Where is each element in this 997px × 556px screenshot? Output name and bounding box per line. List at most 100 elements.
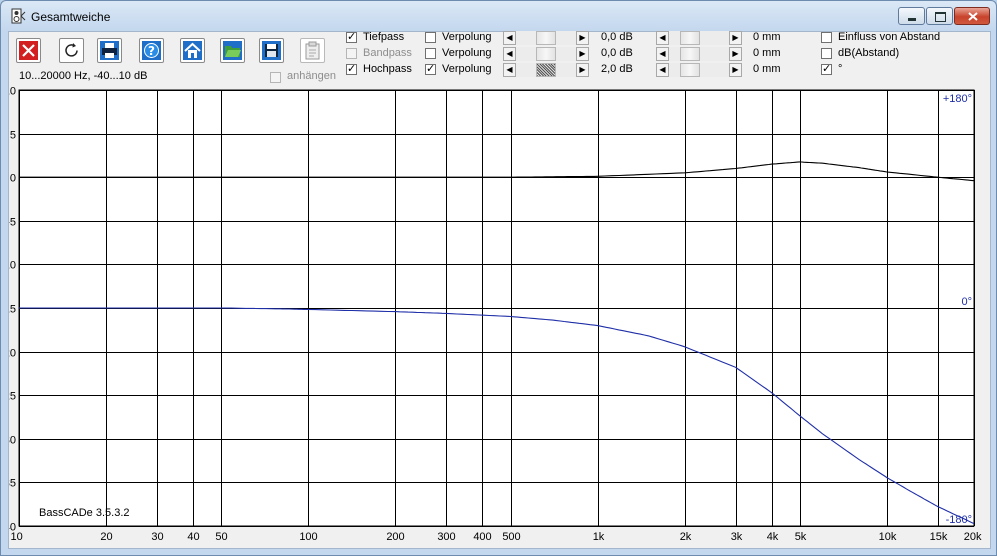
maximize-icon <box>935 12 946 22</box>
hochpass-delay-scrollbar[interactable]: ◀ ▶ <box>656 63 742 77</box>
frequency-response-chart[interactable]: 10 20 30 40 50 100 200 300 400 500 1k 2k 3k 4k 5k 10k 15… <box>0 79 990 548</box>
bandpass-verpolung-label: Verpolung <box>442 47 492 59</box>
einfluss-abstand-checkbox[interactable] <box>821 32 832 43</box>
scroll-right-icon[interactable]: ▶ <box>729 31 742 45</box>
scroll-left-icon[interactable]: ◀ <box>656 63 669 77</box>
x-tick-label: 3k <box>731 531 743 543</box>
scroll-thumb[interactable] <box>536 63 556 77</box>
plot-area[interactable]: 10 20 30 40 50 100 200 300 400 500 1k 2k 3k 4k 5k 10k 15… <box>0 79 990 551</box>
checkmark-icon: ✓ <box>822 62 832 75</box>
title-bar[interactable]: Gesamtweiche <box>1 1 996 31</box>
hochpass-verpolung-checkbox[interactable]: ✓ <box>425 62 436 75</box>
speaker-crossover-icon <box>11 8 26 24</box>
checkmark-icon: ✓ <box>426 62 436 75</box>
y-tick-label: -15 <box>9 304 16 316</box>
tiefpass-checkbox[interactable]: ✓ <box>346 30 357 43</box>
close-red-x-icon <box>19 41 38 60</box>
y-tick-label: -20 <box>9 348 16 360</box>
help-button[interactable]: ? <box>139 38 164 63</box>
home-icon <box>183 41 202 60</box>
x-tick-label: 200 <box>386 531 404 543</box>
svg-text:?: ? <box>148 44 155 58</box>
einfluss-abstand-label: Einfluss von Abstand <box>838 31 941 43</box>
refresh-button[interactable] <box>59 38 84 63</box>
tiefpass-delay-value: 0 mm <box>753 31 781 43</box>
x-tick-label: 40 <box>187 531 199 543</box>
y-tick-label: 5 <box>10 130 16 142</box>
scroll-thumb[interactable] <box>680 47 700 61</box>
scroll-left-icon[interactable]: ◀ <box>503 63 516 77</box>
bandpass-checkbox[interactable] <box>346 48 357 59</box>
hochpass-gain-scrollbar[interactable]: ◀ ▶ <box>503 63 589 77</box>
save-button[interactable] <box>259 38 284 63</box>
window-title: Gesamtweiche <box>31 10 111 24</box>
db-abstand-checkbox[interactable] <box>821 48 832 59</box>
tiefpass-verpolung-label: Verpolung <box>442 31 492 43</box>
checkmark-icon: ✓ <box>347 30 357 43</box>
main-window: Gesamtweiche ? anhängen 10...20000 Hz, -… <box>0 0 997 556</box>
app-version-watermark: BassCADe 3.5.3.2 <box>39 507 130 519</box>
bandpass-verpolung-checkbox[interactable] <box>425 48 436 59</box>
scroll-left-icon[interactable]: ◀ <box>656 47 669 61</box>
help-icon: ? <box>142 41 161 60</box>
scroll-right-icon[interactable]: ▶ <box>729 47 742 61</box>
x-tick-label: 15k <box>930 531 948 543</box>
maximize-button[interactable] <box>926 7 953 25</box>
checkmark-icon: ✓ <box>347 62 357 75</box>
minimize-button[interactable] <box>898 7 925 25</box>
y-tick-label: -10 <box>9 260 16 272</box>
close-window-button[interactable] <box>954 7 990 25</box>
scroll-left-icon[interactable]: ◀ <box>656 31 669 45</box>
bandpass-label: Bandpass <box>363 47 412 59</box>
hochpass-checkbox[interactable]: ✓ <box>346 62 357 75</box>
y-tick-label: -40 <box>9 522 16 534</box>
print-button[interactable] <box>97 38 122 63</box>
x-tick-label: 10k <box>879 531 897 543</box>
scroll-thumb[interactable] <box>680 63 700 77</box>
open-file-button[interactable] <box>220 38 245 63</box>
y-tick-label: -30 <box>9 435 16 447</box>
scroll-right-icon[interactable]: ▶ <box>576 63 589 77</box>
db-abstand-label: dB(Abstand) <box>838 47 900 59</box>
close-red-x-button[interactable] <box>16 38 41 63</box>
phase-axis-label: 0° <box>961 296 972 308</box>
bandpass-delay-scrollbar[interactable]: ◀ ▶ <box>656 47 742 61</box>
tiefpass-delay-scrollbar[interactable]: ◀ ▶ <box>656 31 742 45</box>
y-tick-label: -25 <box>9 391 16 403</box>
scroll-right-icon[interactable]: ▶ <box>576 47 589 61</box>
x-tick-label: 30 <box>151 531 163 543</box>
hochpass-delay-value: 0 mm <box>753 63 781 75</box>
print-icon <box>100 41 119 60</box>
tiefpass-gain-scrollbar[interactable]: ◀ ▶ <box>503 31 589 45</box>
phase-degree-checkbox[interactable]: ✓ <box>821 62 832 75</box>
hochpass-label: Hochpass <box>363 63 412 75</box>
tiefpass-verpolung-checkbox[interactable] <box>425 32 436 43</box>
x-tick-label: 1k <box>593 531 605 543</box>
phase-axis-label: +180° <box>943 93 972 105</box>
x-tick-label: 300 <box>437 531 455 543</box>
scroll-left-icon[interactable]: ◀ <box>503 47 516 61</box>
hochpass-gain-value: 2,0 dB <box>601 63 633 75</box>
scroll-right-icon[interactable]: ▶ <box>729 63 742 77</box>
bandpass-gain-scrollbar[interactable]: ◀ ▶ <box>503 47 589 61</box>
clipboard-button[interactable] <box>300 38 325 63</box>
clipboard-icon <box>305 41 320 60</box>
x-tick-label: 4k <box>767 531 779 543</box>
home-button[interactable] <box>180 38 205 63</box>
x-tick-label: 400 <box>473 531 491 543</box>
phase-axis-label: -180° <box>946 514 972 526</box>
y-tick-label: 10 <box>9 86 16 98</box>
y-tick-label: 0 <box>10 173 16 185</box>
x-tick-label: 2k <box>680 531 692 543</box>
scroll-thumb[interactable] <box>536 31 556 45</box>
scroll-right-icon[interactable]: ▶ <box>576 31 589 45</box>
open-folder-icon <box>223 41 242 60</box>
scroll-thumb[interactable] <box>536 47 556 61</box>
close-icon <box>968 12 978 21</box>
bandpass-delay-value: 0 mm <box>753 47 781 59</box>
y-tick-label: -5 <box>9 217 16 229</box>
scroll-left-icon[interactable]: ◀ <box>503 31 516 45</box>
x-tick-label: 20 <box>100 531 112 543</box>
scroll-thumb[interactable] <box>680 31 700 45</box>
x-tick-label: 20k <box>964 531 982 543</box>
